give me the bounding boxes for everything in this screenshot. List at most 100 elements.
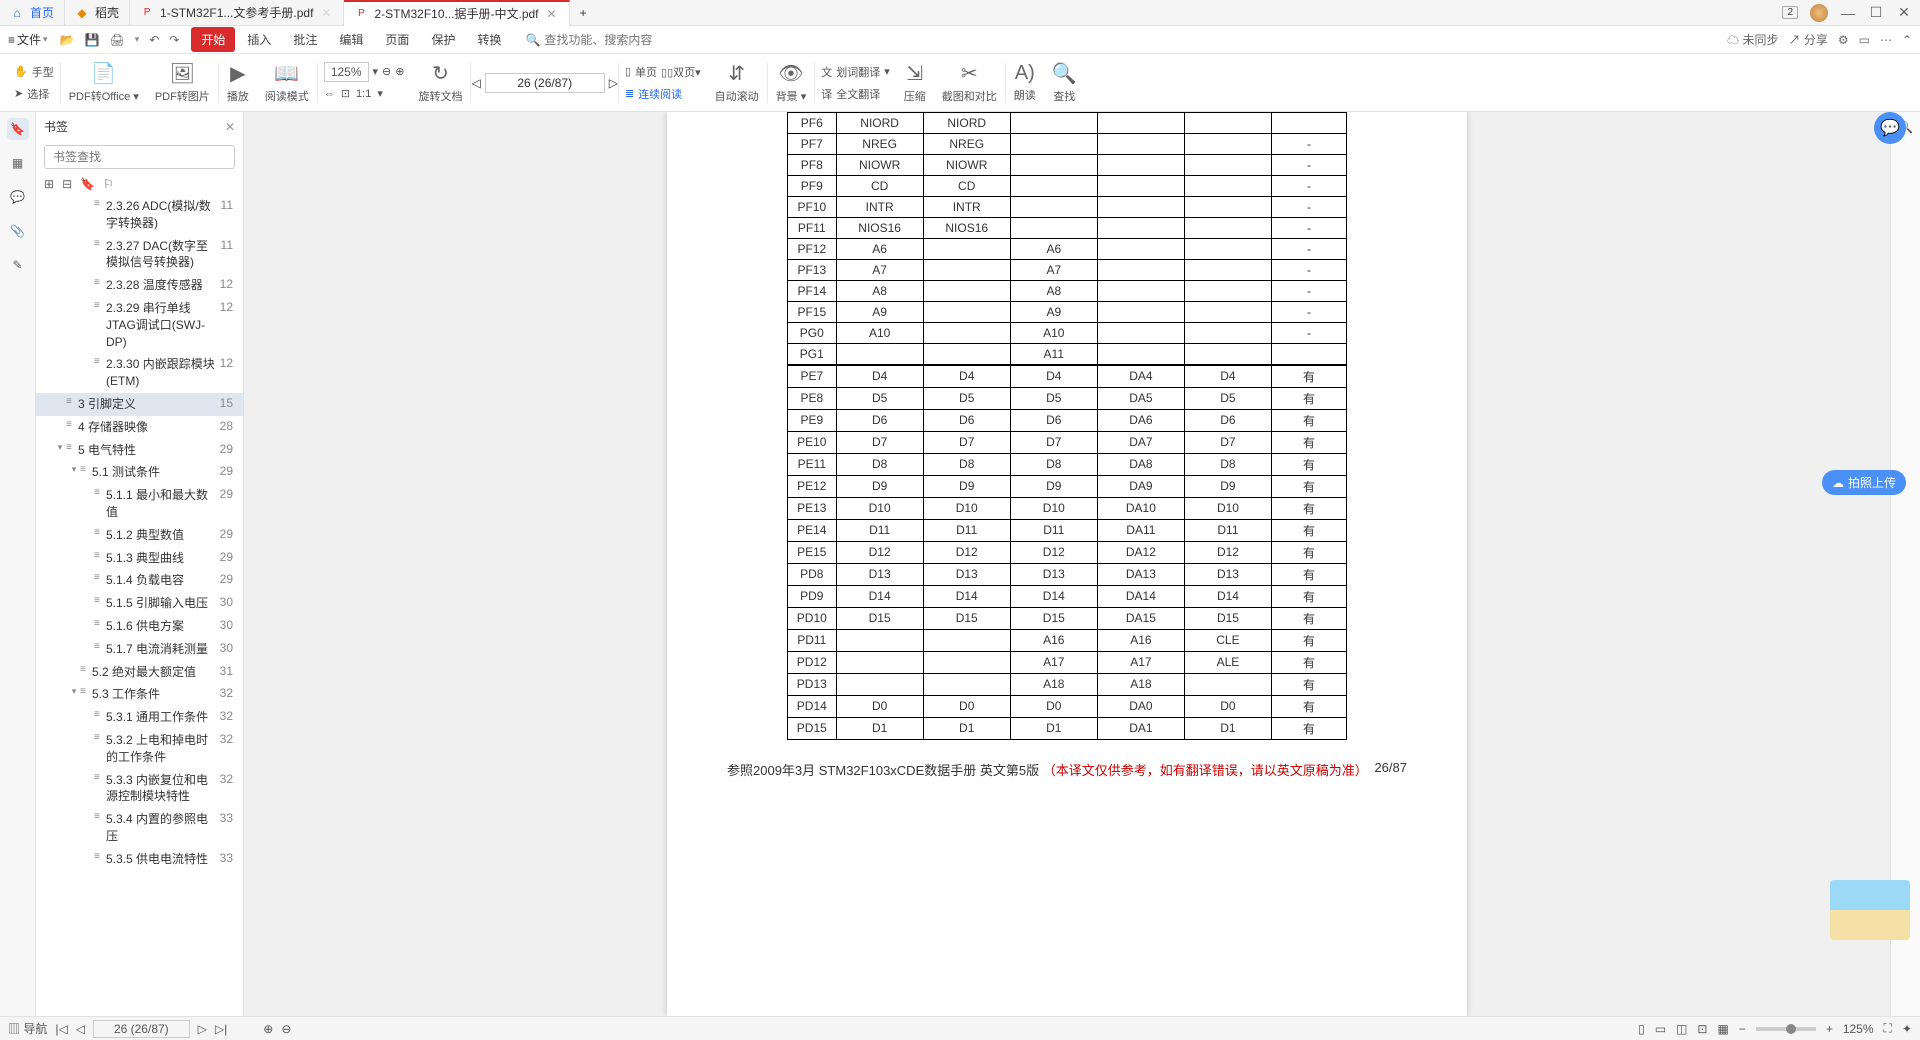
tab-home[interactable]: ⌂首页 [0,0,65,26]
signature-tab[interactable]: ✎ [7,254,29,276]
marker-icon[interactable]: ⊕ [263,1022,273,1036]
thumbnails-tab[interactable]: ▦ [7,152,29,174]
settings-icon[interactable]: ✦ [1902,1022,1912,1036]
bookmark-item[interactable]: ≡5.1.2 典型数值29 [36,524,243,547]
menu-tab-page[interactable]: 页面 [375,27,419,52]
menu-tab-protect[interactable]: 保护 [421,27,465,52]
next-page-icon[interactable]: ▷ [609,76,618,90]
full-translate[interactable]: 译全文翻译 [821,84,890,104]
page-input[interactable]: 26 (26/87) [485,73,605,93]
bookmark-item[interactable]: ≡3 引脚定义15 [36,393,243,416]
bookmark-item[interactable]: ≡5.2 绝对最大额定值31 [36,661,243,684]
bookmark-item[interactable]: ≡5.1.1 最小和最大数值29 [36,484,243,524]
share-button[interactable]: ↗ 分享 [1788,31,1827,48]
bookmark-flag-icon[interactable]: ⚐ [103,177,114,191]
bookmark-item[interactable]: ≡4 存储器映像28 [36,416,243,439]
bookmark-item[interactable]: ≡5.1.7 电流消耗测量30 [36,638,243,661]
view-mode-4[interactable]: ⊡ [1697,1022,1707,1036]
attachments-tab[interactable]: 📎 [7,220,29,242]
upload-photo-button[interactable]: ☁拍照上传 [1822,470,1906,495]
collapse-all-icon[interactable]: ⊟ [62,177,72,191]
bookmark-item[interactable]: ≡2.3.30 内嵌跟踪模块(ETM)12 [36,353,243,393]
single-page[interactable]: ▯单页 ▯▯双页▾ [625,62,701,82]
word-translate[interactable]: 文划词翻译▾ [821,62,890,82]
find[interactable]: 🔍查找 [1044,54,1085,111]
bookmark-item[interactable]: ≡2.3.26 ADC(模拟/数字转换器)11 [36,195,243,235]
redo-icon[interactable]: ↷ [169,33,179,47]
read-mode[interactable]: 📖阅读模式 [257,54,317,111]
bookmark-item[interactable]: ▾≡5 电气特性29 [36,439,243,462]
bookmark-item[interactable]: ≡5.1.5 引脚输入电压30 [36,592,243,615]
zoom-in[interactable]: + [1826,1022,1833,1036]
pdf-to-office[interactable]: 📄PDF转Office ▾ [61,54,147,111]
prev-page[interactable]: ◁ [76,1022,85,1036]
double-page[interactable]: ▯▯双页▾ [661,64,701,80]
save-icon[interactable]: 💾 [85,33,100,47]
view-mode-2[interactable]: ▭ [1655,1022,1666,1036]
gear-icon[interactable]: ⚙ [1838,33,1849,47]
thumbnail-widget[interactable] [1830,880,1910,940]
menu-tab-convert[interactable]: 转换 [467,27,511,52]
play-button[interactable]: ▶播放 [219,54,257,111]
prev-page-icon[interactable]: ◁ [471,76,480,90]
bookmark-item[interactable]: ▾≡5.1 测试条件29 [36,461,243,484]
last-page[interactable]: ▷| [215,1022,227,1036]
next-page[interactable]: ▷ [198,1022,207,1036]
menu-tab-insert[interactable]: 插入 [237,27,281,52]
fit-page-icon[interactable]: ⊡ [341,87,350,100]
badge[interactable]: 2 [1782,6,1798,19]
bookmark-item[interactable]: ≡5.3.1 通用工作条件32 [36,706,243,729]
window-icon[interactable]: ▭ [1859,33,1870,47]
bookmark-add-icon[interactable]: 🔖 [80,177,95,191]
bookmark-list[interactable]: ≡2.3.26 ADC(模拟/数字转换器)11≡2.3.27 DAC(数字至模拟… [36,195,243,1016]
bookmark-item[interactable]: ≡5.3.3 内嵌复位和电源控制模块特性32 [36,769,243,809]
close-icon[interactable]: ✕ [319,6,333,20]
bookmark-item[interactable]: ≡2.3.29 串行单线JTAG调试口(SWJ-DP)12 [36,297,243,353]
file-menu[interactable]: ≡文件▾ [8,31,48,48]
background[interactable]: 👁背景 ▾ [768,54,815,111]
auto-scroll[interactable]: ⇵自动滚动 [707,54,767,111]
print-icon[interactable]: 🖨 [109,33,124,47]
bookmark-item[interactable]: ≡5.1.6 供电方案30 [36,615,243,638]
first-page[interactable]: |◁ [55,1022,67,1036]
actual-size-icon[interactable]: 1:1 [356,88,371,100]
bookmark-item[interactable]: ≡5.3.2 上电和掉电时的工作条件32 [36,729,243,769]
bookmark-item[interactable]: ≡5.3.5 供电电流特性33 [36,848,243,871]
tab-pdf-1[interactable]: P1-STM32F1...文参考手册.pdf✕ [130,0,344,26]
close-icon[interactable]: ✕ [225,120,235,134]
sync-status[interactable]: ☁ 未同步 [1727,31,1778,48]
fullscreen-icon[interactable]: ⛶ [1884,1021,1892,1036]
document-area[interactable]: PF6NIORDNIORDPF7NREGNREG-PF8NIOWRNIOWR-P… [244,112,1890,1016]
undo-icon[interactable]: ↶ [149,33,159,47]
tab-daoke[interactable]: ◆稻壳 [65,0,130,26]
expand-all-icon[interactable]: ⊞ [44,177,54,191]
select-tool[interactable]: ➤选择 [14,84,54,104]
nav-toggle[interactable]: ▥ 导航 [8,1020,47,1037]
close-button[interactable]: ✕ [1896,4,1912,21]
rotate-doc[interactable]: ↻旋转文档 [410,54,470,111]
marker2-icon[interactable]: ⊖ [281,1022,291,1036]
minimize-button[interactable]: — [1840,5,1856,21]
avatar[interactable] [1810,4,1828,22]
tab-pdf-2[interactable]: P2-STM32F10...据手册-中文.pdf✕ [344,0,569,26]
menu-tab-start[interactable]: 开始 [191,27,235,52]
more-icon[interactable]: ⋯ [1880,33,1892,47]
bookmark-item[interactable]: ≡5.1.3 典型曲线29 [36,547,243,570]
bookmark-search-input[interactable] [44,145,235,169]
zoom-in-icon[interactable]: ⊕ [395,65,404,78]
status-page-input[interactable]: 26 (26/87) [93,1020,190,1038]
continuous-read[interactable]: ≣连续阅读 [625,84,701,104]
view-mode-3[interactable]: ◫ [1676,1022,1687,1036]
bookmark-item[interactable]: ≡5.1.4 负载电容29 [36,569,243,592]
compress[interactable]: ⇲压缩 [896,54,934,111]
menu-tab-annotate[interactable]: 批注 [283,27,327,52]
close-icon[interactable]: ✕ [545,7,559,21]
zoom-value[interactable]: 125% [1843,1022,1874,1036]
view-mode-1[interactable]: ▯ [1638,1022,1645,1036]
open-icon[interactable]: 📂 [60,33,75,47]
search-input[interactable] [544,33,704,47]
zoom-select[interactable]: 125% [324,62,369,82]
hand-tool[interactable]: ✋手型 [14,62,54,82]
bookmark-item[interactable]: ▾≡5.3 工作条件32 [36,683,243,706]
assistant-button[interactable]: 💬 [1874,112,1906,144]
